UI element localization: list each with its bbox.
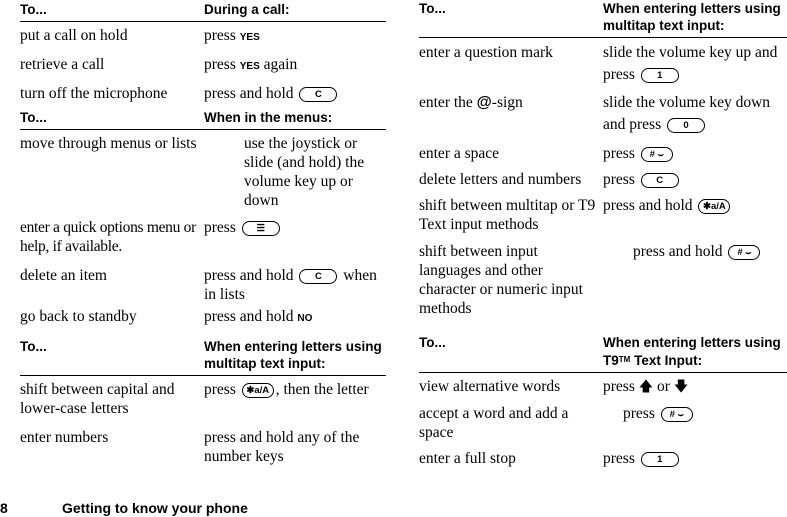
table-row: enter numbers press and hold any of the … bbox=[20, 429, 360, 465]
page-number: 8 bbox=[0, 500, 8, 516]
arrow-down-icon: 🡇 bbox=[673, 379, 689, 395]
table-row: enter a full stop press 1 bbox=[419, 449, 787, 468]
c-key-icon: C bbox=[640, 172, 679, 188]
table-row: delete an item press and hold C when in … bbox=[20, 267, 377, 303]
table-row: delete letters and numbers press C bbox=[419, 170, 787, 189]
star-key-icon: ✱a/A bbox=[241, 382, 274, 398]
table-row: enter a quick options menu or help, if a… bbox=[20, 218, 386, 256]
table-header-multitap: To... When entering letters using multit… bbox=[20, 334, 386, 376]
star-key-icon: ✱a/A bbox=[698, 198, 731, 214]
table-row: enter a space press # ⌣ bbox=[419, 144, 787, 163]
zero-key-icon: 0 bbox=[667, 117, 705, 133]
one-key-icon: 1 bbox=[640, 67, 679, 83]
menu-key-icon: ☰ bbox=[241, 220, 280, 236]
yes-key-label: YES bbox=[239, 32, 260, 43]
table-row: enter the @-sign slide the volume key do… bbox=[419, 94, 771, 133]
table-header-menus: To... When in the menus: bbox=[20, 109, 386, 130]
no-key-label: NO bbox=[297, 313, 313, 324]
table-row: enter a question mark slide the volume k… bbox=[419, 44, 778, 83]
table-row: turn off the microphone press and hold C bbox=[20, 84, 386, 103]
table-row: view alternative words press 🡅 or 🡇 bbox=[419, 378, 689, 395]
c-key-icon: C bbox=[299, 86, 338, 102]
table-row: shift between multitap or T9 Text input … bbox=[419, 196, 787, 234]
yes-key-label: YES bbox=[239, 61, 260, 72]
trademark: TM bbox=[618, 355, 631, 364]
hash-key-icon: # ⌣ bbox=[728, 244, 761, 260]
table-header-t9: To... When entering letters using T9TM T… bbox=[419, 330, 787, 373]
right-column: To... When entering letters using multit… bbox=[419, 0, 787, 468]
table-row: put a call on hold press YES bbox=[20, 27, 260, 44]
header-during-call: During a call: bbox=[204, 2, 290, 17]
table-header-multitap: To... When entering letters using multit… bbox=[419, 0, 787, 38]
hash-key-icon: # ⌣ bbox=[660, 406, 693, 422]
c-key-icon: C bbox=[299, 268, 338, 284]
arrow-up-icon: 🡅 bbox=[638, 379, 654, 395]
one-key-icon: 1 bbox=[640, 451, 679, 467]
table-row: retrieve a call press YES again bbox=[20, 56, 298, 73]
table-row: move through menus or lists use the joys… bbox=[20, 135, 365, 209]
table-header-during-call: To... During a call: bbox=[20, 0, 386, 22]
table-row: accept a word and add a space press # ⌣ bbox=[419, 404, 787, 442]
table-row: go back to standby press and hold NO bbox=[20, 308, 313, 325]
section-title: Getting to know your phone bbox=[62, 500, 248, 516]
header-to: To... bbox=[20, 2, 47, 17]
hash-key-icon: # ⌣ bbox=[640, 146, 673, 162]
table-row: shift between input languages and other … bbox=[419, 242, 787, 318]
table-row: shift between capital and lower-case let… bbox=[20, 381, 369, 417]
left-column: To... During a call: put a call on hold … bbox=[20, 0, 386, 466]
at-sign: @ bbox=[476, 94, 492, 111]
page-footer: 8 Getting to know your phone bbox=[0, 500, 248, 516]
